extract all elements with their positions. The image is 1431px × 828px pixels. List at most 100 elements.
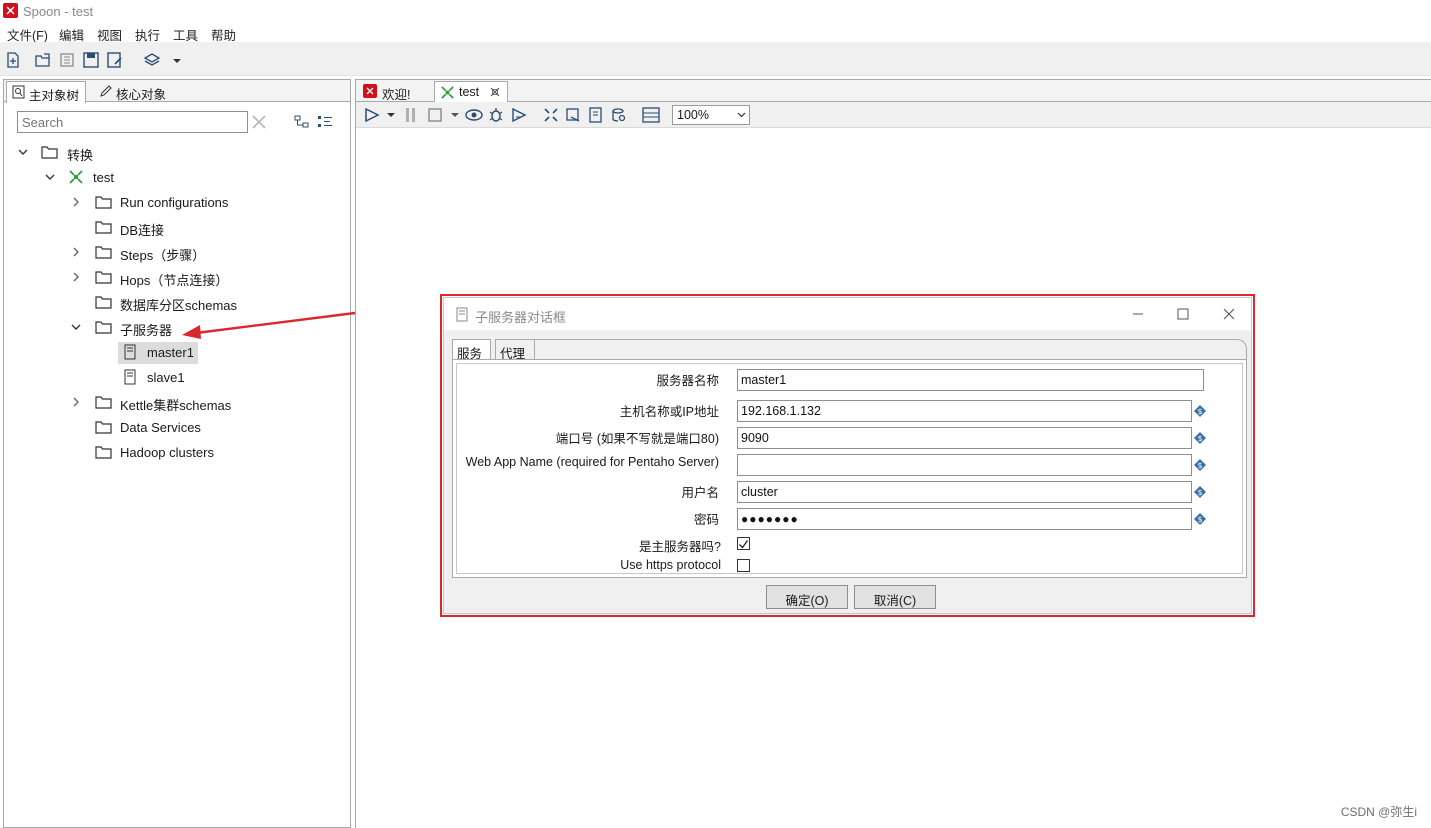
tab-main-object-tree-label: 主对象树 [29, 89, 80, 103]
tree-label: Steps（步骤） [120, 248, 206, 263]
tree-label: Data Services [120, 420, 201, 435]
variable-icon[interactable]: $ [1194, 405, 1206, 417]
sql-icon[interactable] [588, 107, 604, 123]
new-file-icon[interactable] [4, 51, 22, 69]
impact-icon[interactable] [565, 107, 581, 123]
variable-icon[interactable]: $ [1194, 513, 1206, 525]
chevron-down-icon[interactable] [44, 171, 56, 183]
main-toolbar [0, 42, 1431, 76]
save-icon[interactable] [82, 51, 100, 69]
variable-icon[interactable]: $ [1194, 459, 1206, 471]
explore-repo-icon[interactable] [58, 51, 76, 69]
tree-node-steps[interactable]: Steps（步骤） [4, 242, 350, 264]
run-icon[interactable] [364, 108, 380, 122]
tab-service[interactable]: 服务 [452, 339, 491, 361]
maximize-icon[interactable] [1175, 306, 1191, 322]
tree-label: DB连接 [120, 223, 165, 238]
password-input[interactable]: ●●●●●●● [737, 508, 1192, 530]
replay-icon[interactable] [511, 107, 527, 123]
chevron-down-icon[interactable] [70, 321, 82, 333]
host-label: 主机名称或IP地址 [619, 405, 719, 419]
port-label: 端口号 (如果不写就是端口80) [555, 432, 719, 446]
clear-search-icon[interactable] [252, 115, 266, 129]
tab-test[interactable]: test [434, 81, 508, 103]
left-tabs: 主对象树 核心对象 [4, 80, 350, 103]
master-checkbox[interactable] [737, 537, 750, 550]
cancel-button[interactable]: 取消(C) [854, 585, 936, 609]
tree-node-run-configurations[interactable]: Run configurations [4, 192, 350, 214]
username-input[interactable] [737, 481, 1192, 503]
open-file-icon[interactable] [34, 51, 52, 69]
tree-node-hadoop-clusters[interactable]: Hadoop clusters [4, 442, 350, 464]
dialog-tabs: 服务 代理 [452, 339, 1247, 361]
folder-icon [95, 296, 112, 309]
pause-icon[interactable] [405, 107, 417, 123]
tab-main-object-tree[interactable]: 主对象树 [6, 81, 87, 103]
tree-node-hops[interactable]: Hops（节点连接） [4, 267, 350, 289]
explore-db-icon[interactable] [611, 107, 627, 123]
chevron-down-icon[interactable] [17, 146, 29, 158]
folder-icon [95, 271, 112, 284]
close-tab-icon[interactable] [490, 87, 500, 97]
host-input[interactable] [737, 400, 1192, 422]
tree-node-db-connections[interactable]: DB连接 [4, 217, 350, 239]
tree-label: master1 [147, 345, 194, 360]
stop-icon[interactable] [428, 108, 442, 122]
search-input[interactable] [17, 111, 248, 133]
save-as-icon[interactable] [106, 51, 124, 69]
close-icon[interactable] [1221, 306, 1237, 322]
svg-text:$: $ [1197, 434, 1202, 443]
folder-icon [41, 146, 58, 159]
tree-node-cluster-schemas[interactable]: Kettle集群schemas [4, 392, 350, 414]
expand-all-icon[interactable] [317, 115, 333, 129]
run-dropdown-icon[interactable] [387, 111, 395, 119]
variable-icon[interactable]: $ [1194, 486, 1206, 498]
variable-icon[interactable]: $ [1194, 432, 1206, 444]
window-title: Spoon - test [23, 4, 94, 19]
dialog-title-bar: 子服务器对话框 [444, 298, 1251, 330]
tree-node-transformations[interactable]: 转换 [4, 142, 350, 164]
tab-welcome[interactable]: 欢迎! [358, 81, 416, 102]
minimize-icon[interactable] [1130, 306, 1146, 322]
tree-node-test[interactable]: test [4, 167, 350, 189]
chevron-right-icon[interactable] [70, 246, 82, 258]
collapse-all-icon[interactable] [294, 115, 310, 129]
canvas-toolbar: 100% [356, 102, 1431, 128]
zoom-select[interactable]: 100% [672, 105, 750, 125]
port-input[interactable] [737, 427, 1192, 449]
debug-icon[interactable] [488, 107, 504, 123]
svg-text:$: $ [1197, 515, 1202, 524]
webapp-input[interactable] [737, 454, 1192, 476]
chevron-right-icon[interactable] [70, 396, 82, 408]
preview-icon[interactable] [465, 108, 483, 122]
folder-icon [95, 446, 112, 459]
tree-node-slave1[interactable]: slave1 [118, 367, 198, 389]
server-name-input[interactable] [737, 369, 1204, 391]
object-tree-icon [12, 85, 25, 99]
show-results-icon[interactable] [642, 107, 660, 123]
tree-label: Hadoop clusters [120, 445, 214, 460]
tree-node-master1[interactable]: master1 [118, 342, 198, 364]
tree-label: slave1 [147, 370, 185, 385]
username-label: 用户名 [681, 486, 719, 500]
chevron-right-icon[interactable] [70, 271, 82, 283]
layers-dropdown-icon[interactable] [168, 51, 186, 69]
chevron-right-icon[interactable] [70, 196, 82, 208]
https-checkbox[interactable] [737, 559, 750, 572]
tab-proxy[interactable]: 代理 [495, 339, 535, 361]
tree-label: 转换 [67, 148, 94, 163]
layers-icon[interactable] [143, 51, 161, 69]
server-name-label: 服务器名称 [656, 374, 719, 388]
tree-label: test [93, 170, 114, 185]
folder-icon [95, 421, 112, 434]
tree-label: Run configurations [120, 195, 229, 210]
stop-dropdown-icon[interactable] [451, 111, 459, 119]
verify-icon[interactable] [543, 107, 559, 123]
master-label: 是主服务器吗? [639, 540, 721, 554]
ok-button[interactable]: 确定(O) [766, 585, 848, 609]
transformation-icon [441, 86, 454, 99]
watermark: CSDN @弥生i [1340, 805, 1417, 819]
tab-core-objects[interactable]: 核心对象 [94, 81, 172, 102]
tree-node-data-services[interactable]: Data Services [4, 417, 350, 439]
dialog-title: 子服务器对话框 [475, 310, 567, 325]
